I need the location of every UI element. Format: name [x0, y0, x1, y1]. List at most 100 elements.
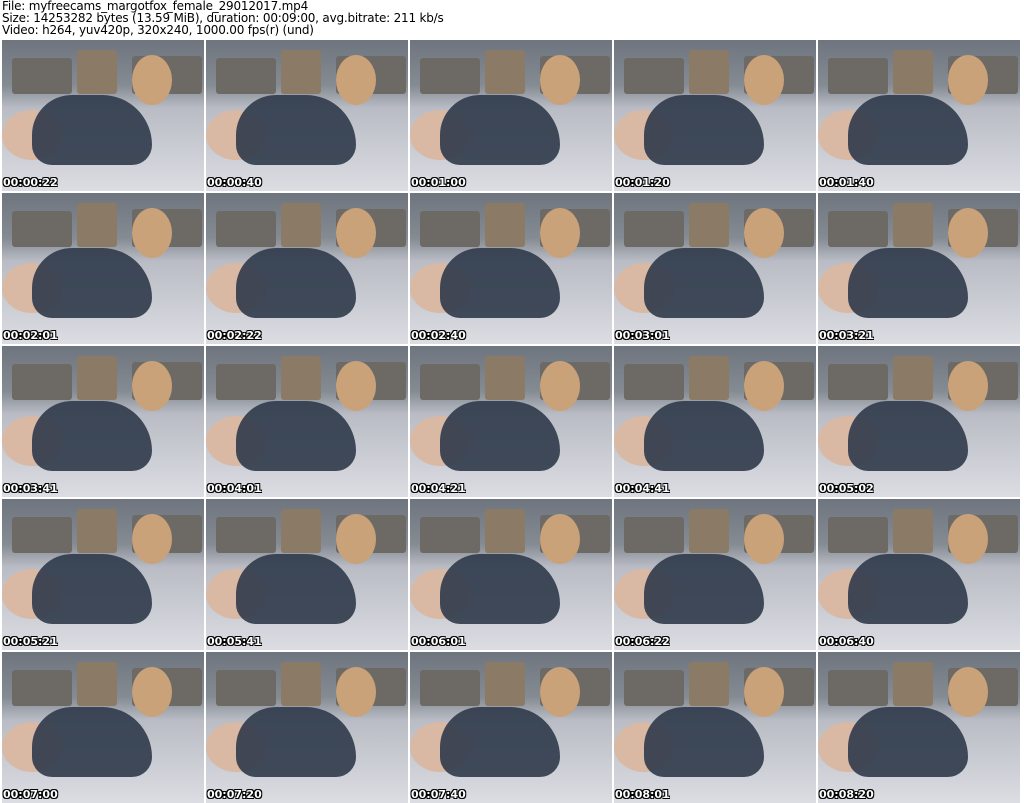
pillow — [12, 364, 72, 400]
pillow — [420, 517, 480, 553]
pillow — [485, 356, 525, 400]
figure-shape — [540, 361, 580, 411]
pillow — [420, 211, 480, 247]
timestamp: 00:00:22 — [3, 176, 58, 189]
pillow — [893, 203, 933, 247]
pillow — [485, 203, 525, 247]
video-thumbnail: 00:07:40 — [410, 652, 612, 803]
figure-shape — [644, 707, 764, 777]
pillow — [624, 517, 684, 553]
figure-shape — [848, 401, 968, 471]
figure-shape — [236, 401, 356, 471]
figure-shape — [644, 401, 764, 471]
figure-shape — [644, 95, 764, 165]
timestamp: 00:07:20 — [207, 788, 262, 801]
pillow — [485, 662, 525, 706]
timestamp: 00:06:40 — [819, 635, 874, 648]
figure-shape — [440, 707, 560, 777]
pillow — [12, 58, 72, 94]
timestamp: 00:07:00 — [3, 788, 58, 801]
pillow — [420, 58, 480, 94]
pillow — [624, 211, 684, 247]
timestamp: 00:01:00 — [411, 176, 466, 189]
pillow — [281, 662, 321, 706]
figure-shape — [336, 208, 376, 258]
timestamp: 00:05:41 — [207, 635, 262, 648]
figure-shape — [336, 514, 376, 564]
figure-shape — [236, 707, 356, 777]
video-thumbnail: 00:00:22 — [2, 40, 204, 191]
timestamp: 00:06:01 — [411, 635, 466, 648]
pillow — [624, 670, 684, 706]
pillow — [689, 662, 729, 706]
figure-shape — [132, 208, 172, 258]
pillow — [689, 356, 729, 400]
pillow — [77, 50, 117, 94]
pillow — [77, 662, 117, 706]
figure-shape — [132, 667, 172, 717]
figure-shape — [336, 667, 376, 717]
video-thumbnail: 00:08:20 — [818, 652, 1020, 803]
video-thumbnail: 00:01:00 — [410, 40, 612, 191]
timestamp: 00:02:01 — [3, 329, 58, 342]
timestamp: 00:08:20 — [819, 788, 874, 801]
figure-shape — [848, 707, 968, 777]
timestamp: 00:04:41 — [615, 482, 670, 495]
pillow — [281, 356, 321, 400]
figure-shape — [32, 95, 152, 165]
pillow — [893, 662, 933, 706]
timestamp: 00:03:01 — [615, 329, 670, 342]
pillow — [12, 211, 72, 247]
pillow — [281, 203, 321, 247]
video-thumbnail: 00:04:41 — [614, 346, 816, 497]
pillow — [420, 364, 480, 400]
video-thumbnail: 00:06:40 — [818, 499, 1020, 650]
pillow — [689, 203, 729, 247]
figure-shape — [336, 55, 376, 105]
pillow — [420, 670, 480, 706]
figure-shape — [948, 361, 988, 411]
pillow — [485, 50, 525, 94]
figure-shape — [32, 707, 152, 777]
figure-shape — [440, 554, 560, 624]
figure-shape — [744, 514, 784, 564]
pillow — [893, 50, 933, 94]
pillow — [893, 509, 933, 553]
timestamp: 00:08:01 — [615, 788, 670, 801]
figure-shape — [236, 95, 356, 165]
video-thumbnail: 00:05:02 — [818, 346, 1020, 497]
video-thumbnail: 00:05:41 — [206, 499, 408, 650]
pillow — [216, 211, 276, 247]
pillow — [828, 211, 888, 247]
video-thumbnail: 00:04:21 — [410, 346, 612, 497]
pillow — [216, 364, 276, 400]
figure-shape — [848, 95, 968, 165]
pillow — [689, 509, 729, 553]
pillow — [281, 509, 321, 553]
figure-shape — [440, 248, 560, 318]
figure-shape — [236, 554, 356, 624]
pillow — [828, 670, 888, 706]
video-thumbnail: 00:03:01 — [614, 193, 816, 344]
pillow — [12, 517, 72, 553]
video-thumbnail: 00:04:01 — [206, 346, 408, 497]
figure-shape — [440, 401, 560, 471]
pillow — [893, 356, 933, 400]
figure-shape — [336, 361, 376, 411]
video-thumbnail: 00:03:21 — [818, 193, 1020, 344]
video-info: Video: h264, yuv420p, 320x240, 1000.00 f… — [2, 23, 314, 37]
pillow — [77, 356, 117, 400]
pillow — [77, 509, 117, 553]
figure-shape — [744, 208, 784, 258]
timestamp: 00:03:21 — [819, 329, 874, 342]
figure-shape — [540, 55, 580, 105]
pillow — [624, 58, 684, 94]
video-thumbnail: 00:06:01 — [410, 499, 612, 650]
video-thumbnail: 00:01:40 — [818, 40, 1020, 191]
pillow — [624, 364, 684, 400]
figure-shape — [236, 248, 356, 318]
figure-shape — [540, 667, 580, 717]
video-thumbnail: 00:02:22 — [206, 193, 408, 344]
figure-shape — [948, 208, 988, 258]
pillow — [216, 517, 276, 553]
